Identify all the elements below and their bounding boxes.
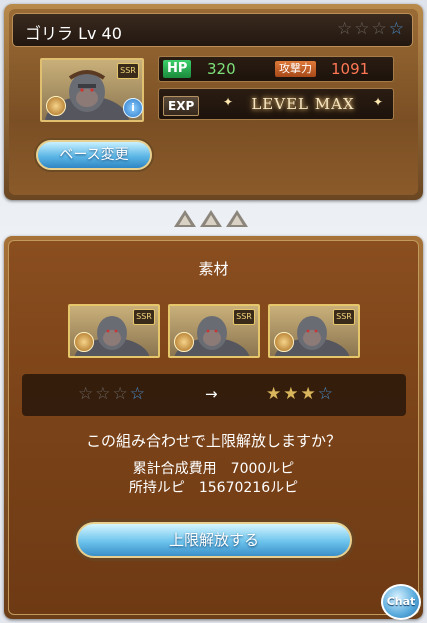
- element-icon: [74, 332, 94, 352]
- current-stars: ☆ ☆ ☆ ☆: [78, 384, 145, 404]
- star-icon: ☆: [78, 384, 94, 404]
- star-icon: ☆: [317, 384, 333, 404]
- sparkle-icon: ✦: [373, 95, 384, 109]
- star-icon: ☆: [388, 19, 404, 39]
- chat-button[interactable]: Chat: [381, 584, 421, 620]
- character-name: ゴリラ Lv 40: [25, 24, 122, 43]
- material-card[interactable]: SSR: [268, 304, 360, 358]
- material-title: 素材: [198, 260, 229, 278]
- rarity-compare-box: ☆ ☆ ☆ ☆ → ★ ★ ★ ☆: [22, 374, 406, 416]
- material-panel: 素材: [4, 236, 423, 619]
- ssr-badge: SSR: [233, 309, 255, 325]
- stat-row: HP 320 攻撃力 1091: [158, 56, 394, 82]
- sparkle-icon: ✦: [223, 95, 234, 109]
- material-card[interactable]: SSR: [68, 304, 160, 358]
- up-triangle-icon: [174, 210, 196, 227]
- exp-label: EXP: [163, 96, 200, 116]
- level-max-text: LEVEL MAX: [251, 95, 355, 113]
- up-triangle-icon: [226, 210, 248, 227]
- up-triangle-icon: [200, 210, 222, 227]
- ssr-badge: SSR: [333, 309, 355, 325]
- info-icon[interactable]: i: [123, 98, 143, 118]
- rarity-stars: ☆ ☆ ☆ ☆: [337, 19, 404, 39]
- hp-value: 320: [207, 60, 236, 78]
- star-icon: ★: [300, 384, 316, 404]
- ssr-badge: SSR: [117, 63, 139, 79]
- star-icon: ★: [283, 384, 299, 404]
- upgrade-arrows: [174, 210, 248, 227]
- element-icon: [46, 96, 66, 116]
- star-icon: ☆: [129, 384, 145, 404]
- star-icon: ☆: [371, 19, 387, 39]
- star-icon: ☆: [112, 384, 128, 404]
- limit-break-button[interactable]: 上限解放する: [76, 522, 352, 558]
- confirm-question: この組み合わせで上限解放しますか？: [85, 432, 341, 450]
- ssr-badge: SSR: [133, 309, 155, 325]
- attack-value: 1091: [331, 60, 370, 78]
- exp-row: EXP ✦ LEVEL MAX ✦: [158, 88, 394, 120]
- star-icon: ☆: [95, 384, 111, 404]
- star-icon: ☆: [337, 19, 353, 39]
- element-icon: [174, 332, 194, 352]
- character-title-bar: ゴリラ Lv 40 ☆ ☆ ☆ ☆: [12, 13, 413, 47]
- element-icon: [274, 332, 294, 352]
- star-icon: ★: [266, 384, 282, 404]
- base-change-button[interactable]: ベース変更: [36, 140, 152, 170]
- star-icon: ☆: [354, 19, 370, 39]
- arrow-right-icon: →: [205, 385, 218, 403]
- attack-label: 攻撃力: [275, 61, 316, 77]
- total-cost: 累計合成費用 7000ルピ: [132, 461, 295, 477]
- result-stars: ★ ★ ★ ☆: [266, 384, 333, 404]
- hp-label: HP: [163, 60, 192, 78]
- owned-rupie: 所持ルピ 15670216ルピ: [128, 480, 299, 496]
- material-card[interactable]: SSR: [168, 304, 260, 358]
- material-panel-inner: [8, 240, 419, 615]
